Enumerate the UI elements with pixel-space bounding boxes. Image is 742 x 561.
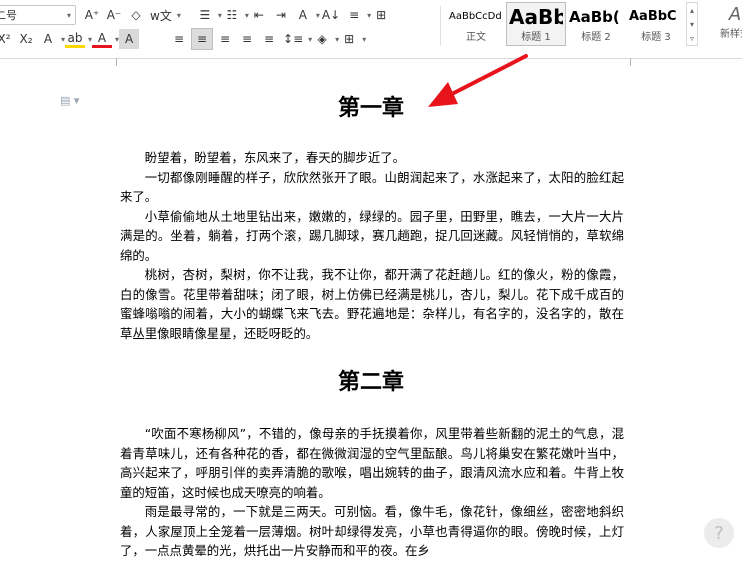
annotation-arrow: [428, 54, 528, 107]
arrow-head: [428, 82, 458, 107]
arrow-shaft: [446, 54, 528, 98]
help-bubble-icon[interactable]: ?: [704, 518, 734, 548]
